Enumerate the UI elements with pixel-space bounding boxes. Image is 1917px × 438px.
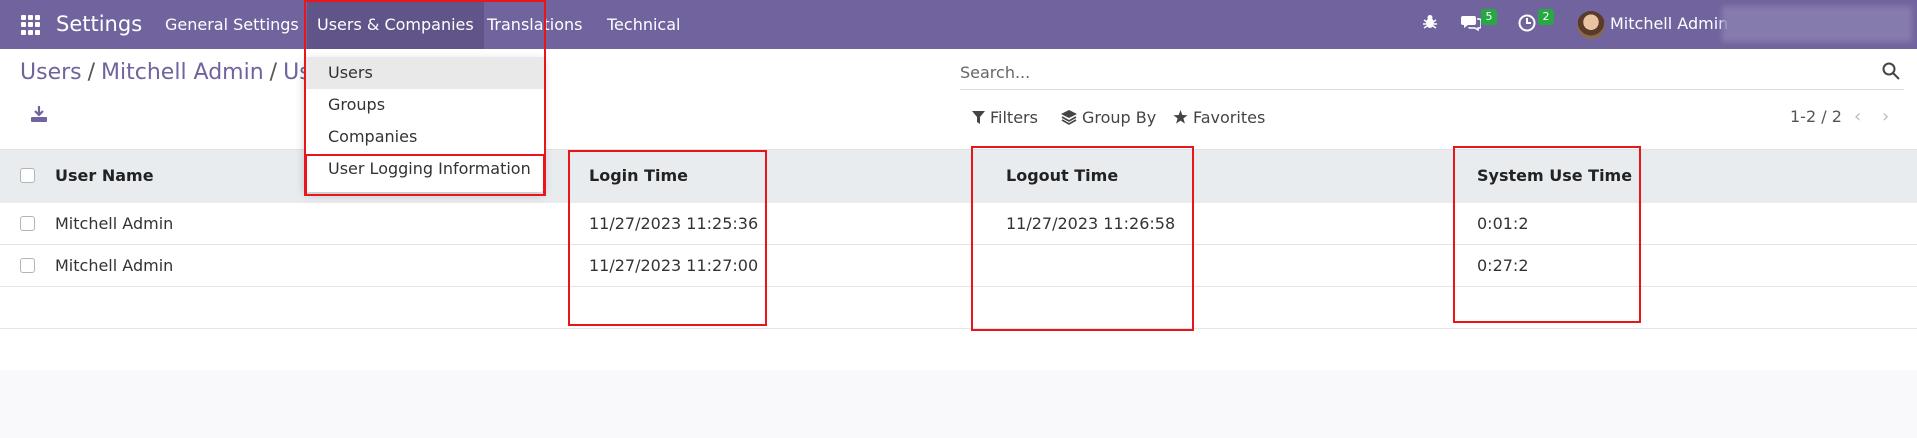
cell-system-use-time: 0:27:2 xyxy=(1477,256,1529,275)
redacted-area xyxy=(1722,6,1912,42)
column-system-use-time[interactable]: System Use Time xyxy=(1477,166,1632,185)
menu-technical[interactable]: Technical xyxy=(597,0,690,49)
column-logout-time[interactable]: Logout Time xyxy=(1006,166,1118,185)
menu-translations[interactable]: Translations xyxy=(477,0,593,49)
empty-area xyxy=(0,370,1917,438)
breadcrumb-separator: / xyxy=(269,60,278,85)
table-row[interactable]: Mitchell Admin 11/27/2023 11:27:00 0:27:… xyxy=(0,245,1917,287)
breadcrumb: Users / Mitchell Admin / Us xyxy=(20,60,311,85)
search-input[interactable] xyxy=(960,56,1860,88)
dropdown-item-user-logging[interactable]: User Logging Information xyxy=(304,153,544,185)
row-checkbox[interactable] xyxy=(20,216,35,231)
pager-next-icon[interactable]: › xyxy=(1882,106,1889,127)
pager-value[interactable]: 1-2 / 2 xyxy=(1790,107,1842,126)
cell-system-use-time: 0:01:2 xyxy=(1477,214,1529,233)
cell-login-time: 11/27/2023 11:27:00 xyxy=(589,256,759,275)
app-name[interactable]: Settings xyxy=(56,12,142,36)
select-all-checkbox[interactable] xyxy=(20,168,35,183)
breadcrumb-users[interactable]: Users xyxy=(20,60,82,85)
breadcrumb-separator: / xyxy=(87,60,96,85)
search-icon[interactable] xyxy=(1882,62,1902,82)
cell-user-name: Mitchell Admin xyxy=(55,256,174,275)
favorites-button[interactable]: Favorites xyxy=(1173,108,1265,127)
activity-clock-icon[interactable] xyxy=(1518,14,1536,37)
activity-badge: 2 xyxy=(1538,9,1554,25)
favorites-label: Favorites xyxy=(1193,108,1266,127)
filter-icon xyxy=(972,110,985,124)
user-menu-name[interactable]: Mitchell Admin xyxy=(1610,14,1728,33)
column-login-time[interactable]: Login Time xyxy=(589,166,688,185)
row-checkbox[interactable] xyxy=(20,258,35,273)
filters-label: Filters xyxy=(990,108,1038,127)
menu-general-settings[interactable]: General Settings xyxy=(155,0,309,49)
search-bar xyxy=(960,56,1904,90)
top-navbar: Settings General Settings Users & Compan… xyxy=(0,0,1917,49)
dropdown-item-groups[interactable]: Groups xyxy=(304,89,544,121)
chat-badge: 5 xyxy=(1481,9,1497,25)
group-by-button[interactable]: Group By xyxy=(1061,108,1156,127)
filters-button[interactable]: Filters xyxy=(972,108,1038,127)
menu-users-companies[interactable]: Users & Companies xyxy=(307,0,484,49)
chat-icon[interactable] xyxy=(1461,14,1482,36)
star-icon xyxy=(1173,110,1188,124)
debug-bug-icon[interactable] xyxy=(1422,14,1438,35)
users-companies-dropdown: Users Groups Companies User Logging Info… xyxy=(304,57,544,192)
dropdown-item-companies[interactable]: Companies xyxy=(304,121,544,153)
group-by-label: Group By xyxy=(1082,108,1157,127)
cell-user-name: Mitchell Admin xyxy=(55,214,174,233)
dropdown-item-users[interactable]: Users xyxy=(304,57,544,89)
table-row[interactable]: Mitchell Admin 11/27/2023 11:25:36 11/27… xyxy=(0,203,1917,245)
empty-table-row xyxy=(0,287,1917,329)
breadcrumb-record[interactable]: Mitchell Admin xyxy=(101,60,264,85)
column-user-name[interactable]: User Name xyxy=(55,166,154,185)
pager-previous-icon[interactable]: ‹ xyxy=(1854,106,1861,127)
cell-logout-time: 11/27/2023 11:26:58 xyxy=(1006,214,1176,233)
layers-icon xyxy=(1061,110,1077,125)
download-icon[interactable] xyxy=(30,105,48,123)
empty-table-row xyxy=(0,329,1917,371)
user-avatar[interactable] xyxy=(1577,11,1605,39)
cell-login-time: 11/27/2023 11:25:36 xyxy=(589,214,759,233)
apps-menu-icon[interactable] xyxy=(21,15,41,35)
